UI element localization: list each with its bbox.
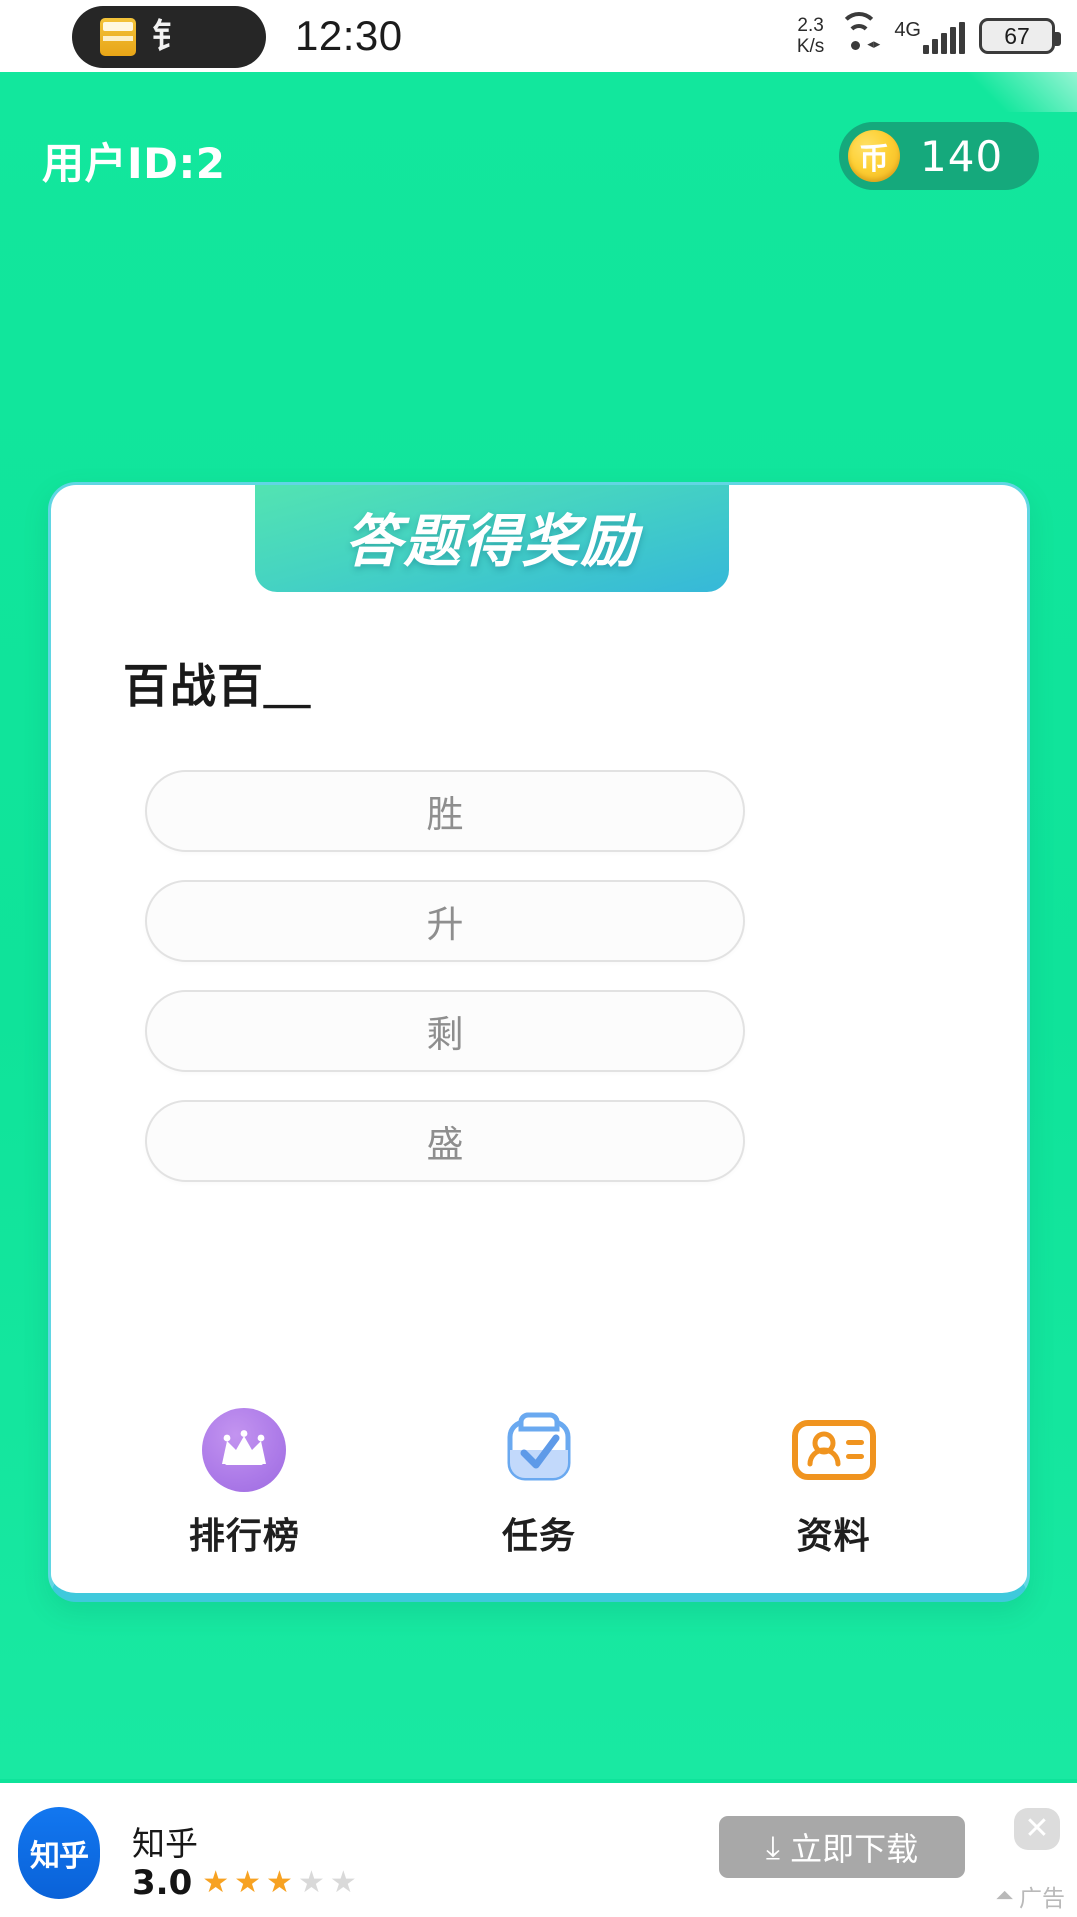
ad-label: ⏶ 广告 <box>996 1879 1065 1913</box>
close-icon[interactable]: ✕ <box>1014 1808 1060 1850</box>
notch-glyph-icon: ⻐ <box>152 17 186 57</box>
download-icon: ⤓ <box>765 1827 781 1866</box>
network-speed-indicator: 2.3 K/s <box>797 15 824 57</box>
coin-icon: 币 <box>848 130 900 182</box>
wifi-icon: ◂▸ <box>838 12 880 52</box>
clipboard-check-icon <box>496 1407 582 1493</box>
star-icon: ★ <box>266 1865 293 1900</box>
nav-label-profile: 资料 <box>796 1516 871 1557</box>
battery-level: 67 <box>1004 22 1030 49</box>
status-bar-indicators: 2.3 K/s ◂▸ 4G 67 <box>797 12 1061 57</box>
quiz-banner-title: 答题得奖励 <box>344 509 640 575</box>
store-icon <box>100 18 136 56</box>
ad-banner: 知乎 知乎 3.0 ★ ★ ★ ★ ★ ⤓ 立即下载 ✕ ⏶ 广告 <box>0 1779 1077 1917</box>
status-bar-clock: 12:30 <box>295 12 403 59</box>
status-bar: ⻐ 12:30 2.3 K/s ◂▸ 4G 67 <box>0 0 1077 72</box>
ad-label-text: 广告 <box>1019 1886 1065 1912</box>
quiz-card: 答题得奖励 百战百＿ 胜 升 剩 盛 排行榜 任务 资料 <box>48 482 1030 1602</box>
ad-rating: 3.0 ★ ★ ★ ★ ★ <box>132 1863 357 1903</box>
star-icon: ★ <box>202 1865 230 1900</box>
id-card-icon <box>791 1407 877 1493</box>
ad-download-button[interactable]: ⤓ 立即下载 <box>719 1816 965 1878</box>
ad-chart-icon: ⏶ <box>995 1883 1014 1909</box>
app-header: 用户ID:2 币 140 <box>0 122 1077 202</box>
answer-option[interactable]: 剩 <box>145 990 745 1072</box>
app-page: 用户ID:2 币 140 答题得奖励 百战百＿ 胜 升 剩 盛 排行榜 任务 资… <box>0 72 1077 1779</box>
answer-options-list: 胜 升 剩 盛 <box>145 770 745 1182</box>
ad-app-logo: 知乎 <box>18 1807 100 1899</box>
ad-download-label: 立即下载 <box>790 1830 919 1868</box>
battery-icon: 67 <box>979 18 1061 54</box>
dynamic-island-notch: ⻐ <box>72 6 266 68</box>
network-speed-unit: K/s <box>796 36 825 57</box>
crown-icon <box>201 1407 287 1493</box>
quiz-banner: 答题得奖励 <box>255 485 729 592</box>
answer-option[interactable]: 升 <box>145 880 745 962</box>
signal-icon: 4G <box>894 19 965 54</box>
star-icon: ★ <box>297 1865 325 1900</box>
nav-item-tasks[interactable]: 任务 <box>444 1407 634 1559</box>
nav-item-profile[interactable]: 资料 <box>739 1407 929 1559</box>
page-highlight <box>957 72 1077 112</box>
nav-item-leaderboard[interactable]: 排行榜 <box>149 1407 339 1559</box>
question-text: 百战百＿ <box>123 659 311 713</box>
star-icon: ★ <box>329 1865 357 1900</box>
card-bottom-nav: 排行榜 任务 资料 <box>51 1407 1027 1559</box>
coin-amount: 140 <box>920 131 1004 181</box>
network-speed-value: 2.3 <box>797 15 824 36</box>
star-icon: ★ <box>234 1865 262 1900</box>
nav-label-leaderboard: 排行榜 <box>188 1516 300 1557</box>
answer-option[interactable]: 胜 <box>145 770 745 852</box>
nav-label-tasks: 任务 <box>501 1516 576 1557</box>
ad-rating-stars: ★ ★ ★ ★ ★ <box>202 1868 357 1898</box>
coin-balance-badge[interactable]: 币 140 <box>839 122 1039 190</box>
answer-option[interactable]: 盛 <box>145 1100 745 1182</box>
network-type-label: 4G <box>894 18 921 41</box>
user-id-label: 用户ID:2 <box>42 139 226 188</box>
ad-rating-score: 3.0 <box>132 1863 193 1903</box>
ad-app-name: 知乎 <box>132 1824 198 1863</box>
